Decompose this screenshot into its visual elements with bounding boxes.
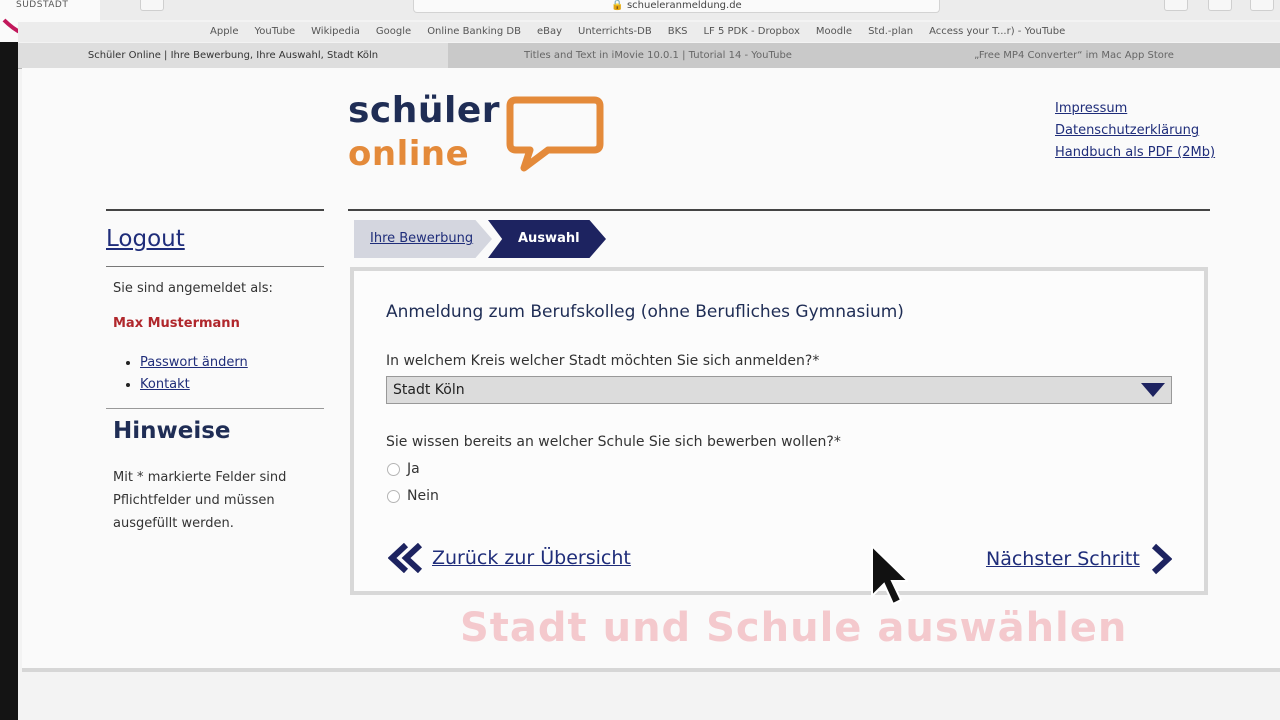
content-divider-top (348, 209, 1210, 211)
bookmark-item[interactable]: Unterrichts-DB (578, 26, 652, 37)
next-step-link[interactable]: Nächster Schritt (986, 543, 1172, 575)
radio-no-label[interactable]: Nein (407, 488, 439, 504)
left-dark-strip (0, 0, 18, 720)
hints-text: Mit * markierte Felder sind Pflichtfelde… (113, 470, 287, 531)
manual-pdf-link[interactable]: Handbuch als PDF (2Mb) (1055, 142, 1215, 164)
bookmark-item[interactable]: Moodle (816, 26, 852, 37)
sidebar-divider (106, 266, 324, 267)
new-tab-button[interactable] (1250, 0, 1274, 11)
hints-heading: Hinweise (113, 418, 231, 444)
chevron-right-icon (1151, 543, 1172, 575)
url-text: schueleranmeldung.de (626, 0, 742, 11)
radio-yes-label[interactable]: Ja (407, 461, 420, 477)
share-button[interactable] (1208, 0, 1232, 11)
logo-word-online: online (348, 134, 470, 174)
city-select[interactable]: Stadt Köln (386, 376, 1172, 404)
bookmark-item[interactable]: Apple (210, 26, 238, 37)
change-password-link[interactable]: Passwort ändern (140, 355, 248, 370)
back-link-label: Zurück zur Übersicht (432, 547, 631, 569)
tab-app-store[interactable]: „Free MP4 Converter“ im Mac App Store (868, 43, 1280, 68)
next-link-label: Nächster Schritt (986, 548, 1140, 570)
speech-bubble-icon (506, 96, 604, 172)
radio-no[interactable] (387, 490, 400, 503)
breadcrumb-step-selection: Auswahl (488, 220, 606, 258)
city-question-label: In welchem Kreis welcher Stadt möchten S… (386, 353, 820, 369)
double-chevron-left-icon (388, 543, 423, 573)
bookmark-item[interactable]: LF 5 PDK - Dropbox (703, 26, 799, 37)
radio-yes[interactable] (387, 463, 400, 476)
impressum-link[interactable]: Impressum (1055, 98, 1215, 120)
logout-link[interactable]: Logout (106, 226, 185, 252)
contact-link[interactable]: Kontakt (140, 377, 190, 392)
browser-toolbar: 🔒 schueleranmeldung.de (18, 0, 1280, 20)
bookmark-item[interactable]: YouTube (254, 26, 295, 37)
bookmarks-bar: Apple YouTube Wikipedia Google Online Ba… (18, 22, 1280, 42)
list-item: Kontakt (140, 374, 248, 396)
mouse-pointer-icon (871, 543, 908, 606)
video-caption-overlay: Stadt und Schule auswählen (460, 605, 1128, 651)
breadcrumb-step-label: Ihre Bewerbung (370, 231, 474, 246)
address-bar[interactable]: 🔒 schueleranmeldung.de (413, 0, 940, 13)
sidebar-divider-top (106, 209, 324, 211)
privacy-link[interactable]: Datenschutzerklärung (1055, 120, 1215, 142)
form-title: Anmeldung zum Berufskolleg (ohne Berufli… (386, 302, 904, 322)
tab-imovie-tutorial[interactable]: Titles and Text in iMovie 10.0.1 | Tutor… (448, 43, 868, 68)
sidebar-toggle-button[interactable] (140, 0, 164, 11)
user-name: Max Mustermann (113, 316, 240, 331)
bookmark-item[interactable]: Online Banking DB (427, 26, 521, 37)
account-links: Passwort ändern Kontakt (120, 352, 248, 396)
lock-icon: 🔒 (611, 0, 624, 11)
signed-in-label: Sie sind angemeldet als: (113, 281, 273, 296)
bookmark-item[interactable]: Google (376, 26, 411, 37)
logo-word-schueler: schüler (348, 90, 501, 131)
download-button[interactable] (1164, 0, 1188, 11)
bookmark-item[interactable]: BKS (668, 26, 688, 37)
breadcrumb-step-application[interactable]: Ihre Bewerbung (354, 220, 492, 258)
bookmark-item[interactable]: Access your T...r) - YouTube (929, 26, 1065, 37)
school-known-question-label: Sie wissen bereits an welcher Schule Sie… (386, 434, 841, 450)
dropdown-triangle-icon (1141, 383, 1165, 397)
list-item: Passwort ändern (140, 352, 248, 374)
tab-bar: Schüler Online | Ihre Bewerbung, Ihre Au… (18, 43, 1280, 69)
corner-logo-text: SÜDSTADT (16, 0, 69, 10)
sidebar-divider (106, 408, 324, 409)
tab-schueler-online[interactable]: Schüler Online | Ihre Bewerbung, Ihre Au… (18, 43, 448, 68)
bookmark-item[interactable]: eBay (537, 26, 562, 37)
bookmark-item[interactable]: Std.-plan (868, 26, 913, 37)
back-to-overview-link[interactable]: Zurück zur Übersicht (388, 543, 631, 573)
bookmark-item[interactable]: Wikipedia (311, 26, 360, 37)
top-links: Impressum Datenschutzerklärung Handbuch … (1055, 98, 1215, 164)
city-select-value: Stadt Köln (393, 382, 465, 398)
